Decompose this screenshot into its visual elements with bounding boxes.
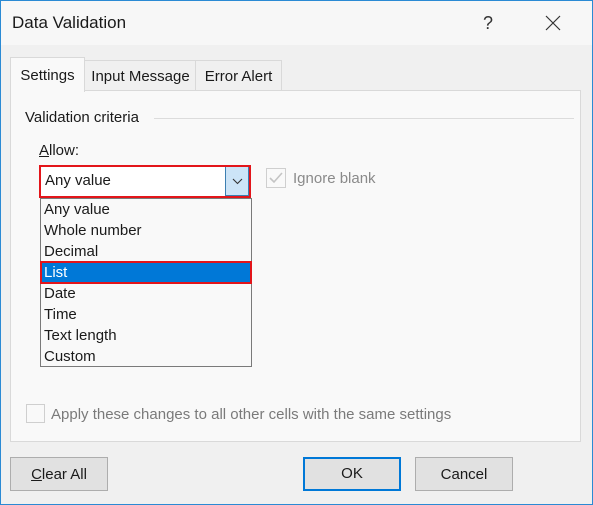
- tab-error-alert[interactable]: Error Alert: [195, 60, 282, 92]
- ignore-blank-checkbox[interactable]: [266, 168, 286, 188]
- apply-all-label[interactable]: Apply these changes to all other cells w…: [51, 406, 451, 423]
- clear-all-label: lear All: [41, 466, 87, 483]
- title-bar: Data Validation ?: [1, 1, 592, 45]
- list-item-any-value[interactable]: Any value: [41, 199, 251, 220]
- close-button[interactable]: [538, 9, 568, 37]
- tab-input-message[interactable]: Input Message: [84, 60, 197, 92]
- settings-panel: Validation criteria Allow: Any value Ign…: [10, 90, 581, 442]
- clear-all-mnemonic: C: [31, 466, 42, 483]
- ignore-blank-label[interactable]: Ignore blank: [293, 170, 376, 187]
- checkmark-icon: [269, 172, 283, 184]
- allow-options-list[interactable]: Any value Whole number Decimal List Date…: [40, 198, 252, 367]
- list-item-date[interactable]: Date: [41, 283, 251, 304]
- allow-label-text: llow:: [49, 142, 80, 159]
- dropdown-toggle-button[interactable]: [225, 167, 249, 196]
- group-divider: [154, 118, 574, 119]
- validation-criteria-label: Validation criteria: [25, 109, 139, 126]
- allow-mnemonic: A: [39, 142, 50, 159]
- apply-all-checkbox[interactable]: [26, 404, 45, 423]
- ok-button[interactable]: OK: [303, 457, 401, 491]
- clear-all-button[interactable]: Clear All: [10, 457, 108, 491]
- help-button[interactable]: ?: [473, 9, 503, 37]
- list-item-text-length[interactable]: Text length: [41, 325, 251, 346]
- list-item-list[interactable]: List: [40, 261, 252, 284]
- list-item-time[interactable]: Time: [41, 304, 251, 325]
- data-validation-dialog: Data Validation ? Settings Input Message…: [0, 0, 593, 505]
- allow-dropdown[interactable]: Any value: [39, 165, 251, 198]
- list-item-custom[interactable]: Custom: [41, 346, 251, 367]
- list-item-decimal[interactable]: Decimal: [41, 241, 251, 262]
- chevron-down-icon: [232, 178, 243, 185]
- tab-settings[interactable]: Settings: [10, 57, 85, 92]
- close-icon: [545, 15, 561, 31]
- allow-dropdown-value: Any value: [45, 172, 111, 189]
- list-item-whole-number[interactable]: Whole number: [41, 220, 251, 241]
- dialog-title: Data Validation: [12, 13, 127, 32]
- allow-label: Allow:: [39, 142, 79, 159]
- cancel-button[interactable]: Cancel: [415, 457, 513, 491]
